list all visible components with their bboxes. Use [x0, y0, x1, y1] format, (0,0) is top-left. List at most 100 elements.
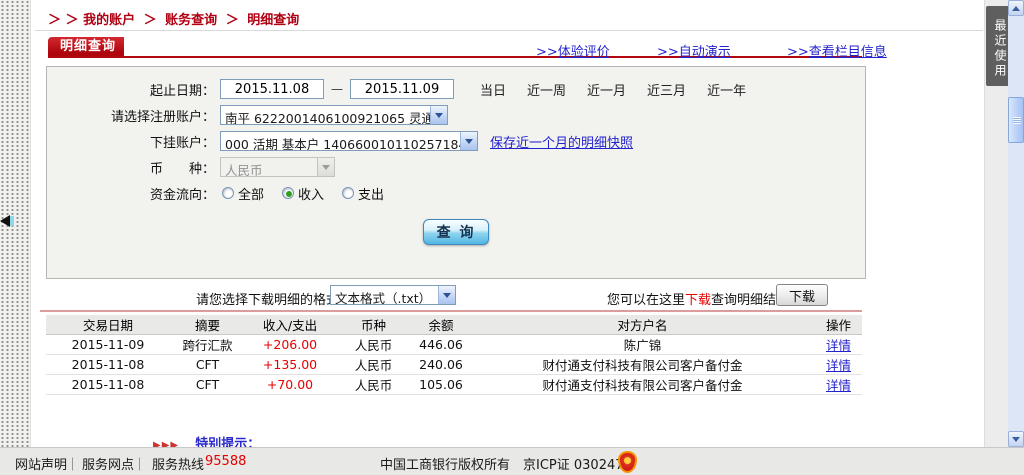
table-row: 2015-11-09 跨行汇款 +206.00 人民币 446.06 陈广锦 详… — [46, 335, 862, 355]
register-account-label: 请选择注册账户： — [47, 106, 215, 125]
double-arrow-icon: >> — [657, 45, 679, 60]
footer: 网站声明 ｜ 服务网点 ｜ 服务热线 95588 中国工商银行版权所有 京ICP… — [0, 447, 1024, 475]
link-column-info[interactable]: >>查看栏目信息 — [787, 41, 887, 60]
link-label: 查看栏目信息 — [809, 45, 887, 60]
download-hint-link[interactable]: 下载 — [685, 293, 711, 308]
hotline-number: 95588 — [205, 454, 246, 469]
radio-checked-icon — [282, 187, 294, 199]
link-label: 自动演示 — [679, 45, 731, 60]
cell-amount: +206.00 — [245, 335, 335, 355]
header-balance: 余额 — [412, 315, 470, 335]
scroll-down-button[interactable] — [1008, 431, 1024, 447]
cell-currency: 人民币 — [335, 355, 412, 375]
quick-range-today[interactable]: 当日 — [480, 80, 506, 99]
quick-range-month[interactable]: 近一月 — [587, 80, 626, 99]
copyright-text: 中国工商银行版权所有 京ICP证 030247号 — [380, 454, 637, 473]
chevron-down-icon — [430, 106, 447, 124]
radio-flow-expense[interactable]: 支出 — [342, 184, 384, 203]
cell-amount: +135.00 — [245, 355, 335, 375]
sub-account-select[interactable]: 000 活期 基本户 1406600101102571848 — [220, 131, 478, 151]
cell-counterparty: 财付通支付科技有限公司客户备付金 — [470, 355, 815, 375]
date-range-row: 起止日期： — 当日 近一周 近一月 近三月 近一年 — [47, 78, 865, 100]
link-label: 体验评价 — [558, 45, 610, 60]
snapshot-link[interactable]: 保存近一个月的明细快照 — [490, 132, 633, 151]
footer-site-statement-link[interactable]: 网站声明 — [15, 454, 67, 473]
date-to-input[interactable] — [350, 79, 454, 99]
cell-balance: 446.06 — [412, 335, 470, 355]
double-arrow-icon: >> — [787, 45, 809, 60]
register-account-select[interactable]: 南平 6222001406100921065 灵通卡 — [220, 105, 448, 125]
breadcrumb-account-query[interactable]: 账务查询 — [165, 13, 217, 28]
currency-row: 币 种： 人民币 — [47, 156, 865, 178]
chevron-down-icon — [438, 286, 455, 304]
currency-label: 币 种： — [47, 158, 215, 177]
scroll-up-button[interactable] — [1008, 0, 1024, 16]
cell-summary: 跨行汇款 — [170, 335, 245, 355]
link-experience-rating[interactable]: >>体验评价 — [536, 41, 610, 60]
footer-separator: ｜ — [66, 454, 79, 473]
cell-counterparty: 陈广锦 — [470, 335, 815, 355]
cell-summary: CFT — [170, 375, 245, 395]
radio-flow-all-label: 全部 — [238, 184, 264, 203]
currency-value: 人民币 — [221, 158, 317, 176]
detail-link[interactable]: 详情 — [826, 338, 851, 353]
breadcrumb-separator: ＞ — [226, 13, 239, 28]
cell-balance: 240.06 — [412, 355, 470, 375]
tab-underline — [48, 56, 862, 58]
cell-summary: CFT — [170, 355, 245, 375]
download-hint: 您可以在这里下载查询明细结果 — [607, 289, 789, 308]
chevron-down-icon — [317, 158, 334, 176]
tab-detail-query[interactable]: 明细查询 — [48, 37, 124, 56]
date-range-label: 起止日期： — [47, 80, 215, 99]
query-form: 起止日期： — 当日 近一周 近一月 近三月 近一年 请选择注册账户： 南平 6… — [46, 66, 866, 279]
quick-range-year[interactable]: 近一年 — [707, 80, 746, 99]
detail-link[interactable]: 详情 — [826, 378, 851, 393]
breadcrumb-my-account[interactable]: 我的账户 — [83, 13, 135, 28]
radio-flow-income[interactable]: 收入 — [282, 184, 324, 203]
flow-row: 资金流向： 全部 收入 支出 — [47, 182, 865, 204]
detail-link[interactable]: 详情 — [826, 358, 851, 373]
header-date: 交易日期 — [46, 315, 170, 335]
table-top-divider — [40, 310, 862, 312]
header-counterparty: 对方户名 — [470, 315, 815, 335]
radio-flow-all[interactable]: 全部 — [222, 184, 264, 203]
triangle-left-icon — [0, 215, 10, 227]
flow-label: 资金流向： — [47, 184, 215, 203]
download-format-select[interactable]: 文本格式（.txt） — [330, 285, 456, 305]
header-currency: 币种 — [335, 315, 412, 335]
double-arrow-icon: >> — [536, 45, 558, 60]
cell-counterparty: 财付通支付科技有限公司客户备付金 — [470, 375, 815, 395]
footer-separator: ｜ — [133, 454, 146, 473]
link-auto-demo[interactable]: >>自动演示 — [657, 41, 731, 60]
sub-account-value: 000 活期 基本户 1406600101102571848 — [221, 132, 460, 150]
footer-service-outlets-link[interactable]: 服务网点 — [82, 454, 134, 473]
header-action: 操作 — [815, 315, 862, 335]
radio-flow-income-label: 收入 — [298, 184, 324, 203]
divider — [35, 30, 983, 31]
cell-amount: +70.00 — [245, 375, 335, 395]
download-button[interactable]: 下载 — [776, 284, 828, 306]
breadcrumb-detail-query[interactable]: 明细查询 — [247, 13, 299, 28]
content-panel: ＞ ＞ 我的账户 ＞ 账务查询 ＞ 明细查询 明细查询 >>体验评价 >>自动演… — [31, 0, 985, 447]
quick-range-3months[interactable]: 近三月 — [647, 80, 686, 99]
vertical-scrollbar[interactable] — [1008, 0, 1024, 447]
date-from-input[interactable] — [220, 79, 324, 99]
radio-flow-expense-label: 支出 — [358, 184, 384, 203]
scrollbar-thumb[interactable] — [1008, 97, 1024, 143]
sub-account-row: 下挂账户： 000 活期 基本户 1406600101102571848 保存近… — [47, 130, 865, 152]
breadcrumb: ＞ ＞ 我的账户 ＞ 账务查询 ＞ 明细查询 — [48, 9, 299, 28]
hotline-label: 服务热线 — [152, 454, 204, 473]
recent-use-tab[interactable]: 最近使用 — [986, 6, 1009, 86]
cell-currency: 人民币 — [335, 335, 412, 355]
panel-collapse-handle[interactable] — [0, 214, 16, 228]
chevron-down-icon — [460, 132, 477, 150]
quick-range-week[interactable]: 近一周 — [527, 80, 566, 99]
breadcrumb-arrow-icon: ＞ ＞ — [48, 13, 79, 28]
sub-account-label: 下挂账户： — [47, 132, 215, 151]
download-format-value: 文本格式（.txt） — [331, 286, 438, 304]
query-button[interactable]: 查 询 — [423, 219, 489, 245]
radio-icon — [222, 187, 234, 199]
date-dash: — — [331, 82, 343, 96]
cell-balance: 105.06 — [412, 375, 470, 395]
cell-currency: 人民币 — [335, 375, 412, 395]
